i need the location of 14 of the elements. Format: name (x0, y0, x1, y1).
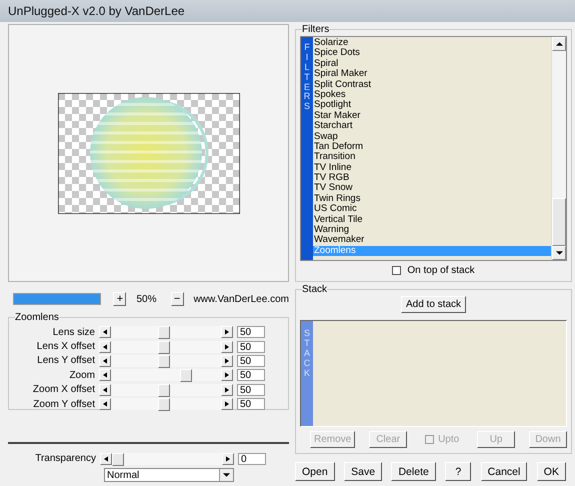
slider-label: Zoom (68, 370, 96, 381)
slider-label: Transparency (34, 453, 97, 464)
slider-label: Zoom Y offset (32, 398, 96, 410)
filters-strip: FILTERS (301, 37, 313, 260)
slider-label: Zoom X offset (32, 384, 96, 396)
slider-label: Lens size (52, 326, 96, 338)
slider-label: Lens X offset (36, 341, 96, 352)
group-title: Zoomlens (15, 312, 59, 323)
stack-strip: STACK (301, 321, 313, 426)
slider-label: Lens Y offset (36, 355, 96, 366)
zoom-percent: 50% (136, 294, 158, 304)
group-title: Filters (302, 24, 330, 35)
group-title: Stack (302, 284, 328, 295)
window-title: UnPlugged-X v2.0 by VanDerLee (8, 4, 185, 18)
